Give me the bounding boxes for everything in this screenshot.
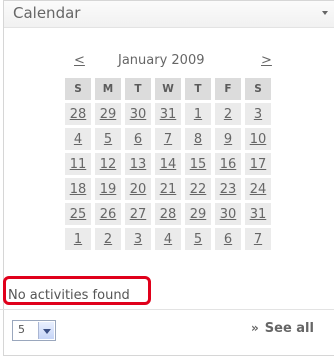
weekday-header: M bbox=[95, 78, 121, 100]
day-link[interactable]: 28 bbox=[65, 103, 91, 125]
day-link[interactable]: 18 bbox=[65, 178, 91, 200]
day-link[interactable]: 28 bbox=[155, 203, 181, 225]
day-link[interactable]: 2 bbox=[215, 103, 241, 125]
day-link[interactable]: 31 bbox=[155, 103, 181, 125]
day-link[interactable]: 15 bbox=[185, 153, 211, 175]
day-link[interactable]: 26 bbox=[95, 203, 121, 225]
weekday-header: F bbox=[215, 78, 241, 100]
dropdown-arrow-icon[interactable] bbox=[38, 322, 54, 339]
status-message: No activities found bbox=[8, 288, 130, 303]
weekday-header: W bbox=[155, 78, 181, 100]
day-link[interactable]: 1 bbox=[185, 103, 211, 125]
day-link[interactable]: 4 bbox=[155, 228, 181, 250]
day-link[interactable]: 23 bbox=[215, 178, 241, 200]
day-link[interactable]: 9 bbox=[215, 128, 241, 150]
day-link[interactable]: 17 bbox=[245, 153, 271, 175]
day-link[interactable]: 31 bbox=[245, 203, 271, 225]
widget-title: Calendar bbox=[13, 4, 81, 22]
day-link[interactable]: 5 bbox=[95, 128, 121, 150]
day-link[interactable]: 3 bbox=[245, 103, 271, 125]
day-link[interactable]: 29 bbox=[95, 103, 121, 125]
day-link[interactable]: 21 bbox=[155, 178, 181, 200]
weekday-header: S bbox=[245, 78, 271, 100]
calendar: < January 2009 > S M T W T F S 28 29 30 … bbox=[65, 52, 277, 250]
day-link[interactable]: 27 bbox=[125, 203, 151, 225]
day-link[interactable]: 20 bbox=[125, 178, 151, 200]
day-link[interactable]: 5 bbox=[185, 228, 211, 250]
day-link[interactable]: 8 bbox=[185, 128, 211, 150]
count-select[interactable]: 5 bbox=[12, 320, 56, 341]
double-chevron-right-icon: » bbox=[251, 321, 259, 335]
day-link[interactable]: 30 bbox=[125, 103, 151, 125]
day-link[interactable]: 2 bbox=[95, 228, 121, 250]
footer-divider bbox=[0, 309, 334, 310]
day-link[interactable]: 30 bbox=[215, 203, 241, 225]
day-link[interactable]: 19 bbox=[95, 178, 121, 200]
day-link[interactable]: 3 bbox=[125, 228, 151, 250]
weekday-header: T bbox=[125, 78, 151, 100]
chevron-down-icon[interactable] bbox=[322, 11, 328, 15]
day-link[interactable]: 6 bbox=[215, 228, 241, 250]
count-select-value: 5 bbox=[18, 323, 25, 336]
day-link[interactable]: 25 bbox=[65, 203, 91, 225]
day-link[interactable]: 6 bbox=[125, 128, 151, 150]
day-link[interactable]: 29 bbox=[185, 203, 211, 225]
widget-header: Calendar bbox=[4, 1, 334, 28]
calendar-nav: < January 2009 > bbox=[65, 52, 277, 72]
prev-month-link[interactable]: < bbox=[74, 53, 85, 68]
next-month-link[interactable]: > bbox=[261, 53, 272, 68]
day-link[interactable]: 13 bbox=[125, 153, 151, 175]
see-all-label: See all bbox=[264, 321, 314, 336]
day-link[interactable]: 7 bbox=[245, 228, 271, 250]
day-link[interactable]: 10 bbox=[245, 128, 271, 150]
day-link[interactable]: 16 bbox=[215, 153, 241, 175]
day-link[interactable]: 12 bbox=[95, 153, 121, 175]
day-link[interactable]: 7 bbox=[155, 128, 181, 150]
day-link[interactable]: 24 bbox=[245, 178, 271, 200]
day-link[interactable]: 1 bbox=[65, 228, 91, 250]
day-link[interactable]: 14 bbox=[155, 153, 181, 175]
see-all-link[interactable]: » See all bbox=[251, 321, 314, 336]
month-label: January 2009 bbox=[118, 53, 205, 68]
day-link[interactable]: 4 bbox=[65, 128, 91, 150]
day-link[interactable]: 22 bbox=[185, 178, 211, 200]
day-link[interactable]: 11 bbox=[65, 153, 91, 175]
weekday-header: S bbox=[65, 78, 91, 100]
calendar-grid: S M T W T F S 28 29 30 31 1 2 3 4 5 6 7 … bbox=[65, 78, 277, 250]
weekday-header: T bbox=[185, 78, 211, 100]
